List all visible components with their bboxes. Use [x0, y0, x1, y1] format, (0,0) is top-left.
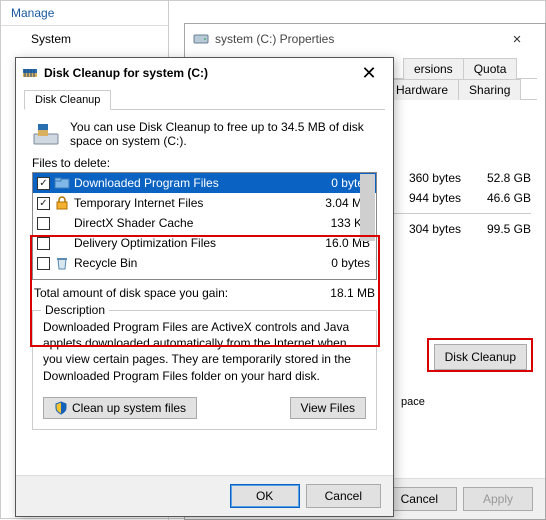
file-row[interactable]: ✓Temporary Internet Files3.04 MB: [33, 193, 376, 213]
checkbox[interactable]: [37, 257, 50, 270]
total-value: 18.1 MB: [330, 286, 375, 300]
ok-button[interactable]: OK: [230, 484, 300, 508]
stat-bytes: 360 bytes: [409, 171, 461, 185]
file-name: Recycle Bin: [74, 256, 310, 270]
file-row[interactable]: DirectX Shader Cache133 KB: [33, 213, 376, 233]
disk-cleanup-button-bar: OK Cancel: [16, 475, 393, 516]
file-type-icon: [54, 235, 70, 251]
view-files-label: View Files: [301, 401, 355, 415]
properties-title: system (C:) Properties: [215, 32, 497, 46]
checkbox[interactable]: [37, 217, 50, 230]
checkbox[interactable]: ✓: [37, 197, 50, 210]
description-title: Description: [41, 303, 109, 317]
files-listbox[interactable]: ✓ Downloaded Program Files 0 bytes ✓ Tempora…: [32, 172, 377, 280]
drive-icon: [193, 31, 209, 47]
file-name: Delivery Optimization Files: [74, 236, 310, 250]
files-to-delete-label: Files to delete:: [32, 156, 377, 170]
manage-header[interactable]: Manage: [1, 1, 168, 26]
disk-cleanup-tabs: Disk Cleanup: [24, 90, 385, 110]
tab-disk-cleanup[interactable]: Disk Cleanup: [24, 90, 111, 110]
stat-bytes: 944 bytes: [409, 191, 461, 205]
apply-button[interactable]: Apply: [463, 487, 533, 511]
stat-size: 99.5 GB: [461, 222, 531, 236]
disk-cleanup-button-container: Disk Cleanup: [434, 344, 527, 370]
manage-item-system[interactable]: System: [1, 26, 168, 52]
total-label: Total amount of disk space you gain:: [34, 286, 330, 300]
brush-icon: [22, 67, 38, 79]
shield-icon: [54, 401, 68, 415]
file-row[interactable]: Recycle Bin0 bytes: [33, 253, 376, 273]
file-type-icon: [54, 195, 70, 211]
view-files-button[interactable]: View Files: [290, 397, 366, 419]
cancel-button[interactable]: Cancel: [306, 484, 381, 508]
file-type-icon: [54, 175, 70, 191]
tab-hardware[interactable]: Hardware: [385, 79, 459, 100]
intro-row: You can use Disk Cleanup to free up to 3…: [32, 120, 377, 148]
disk-cleanup-body: You can use Disk Cleanup to free up to 3…: [16, 110, 393, 438]
checkbox[interactable]: [37, 237, 50, 250]
clean-up-system-files-button[interactable]: Clean up system files: [43, 397, 197, 419]
file-type-icon: [54, 255, 70, 271]
disk-cleanup-window: Disk Cleanup for system (C:) ✕ Disk Clea…: [15, 57, 394, 517]
properties-titlebar: system (C:) Properties ×: [185, 24, 545, 54]
scrollbar-thumb[interactable]: [360, 174, 375, 241]
stat-bytes: 304 bytes: [409, 222, 461, 236]
description-group: Description Downloaded Program Files are…: [32, 310, 377, 430]
file-name: Temporary Internet Files: [74, 196, 310, 210]
file-row[interactable]: ✓Downloaded Program Files0 bytes: [33, 173, 376, 193]
close-icon[interactable]: ✕: [353, 63, 385, 84]
disk-brush-icon: [32, 120, 60, 148]
description-buttons: Clean up system files View Files: [43, 397, 366, 419]
file-name: Downloaded Program Files: [74, 176, 310, 190]
close-icon[interactable]: ×: [497, 31, 537, 48]
space-label-fragment: pace: [401, 396, 425, 408]
tab-quota[interactable]: Quota: [463, 58, 518, 79]
disk-cleanup-button[interactable]: Disk Cleanup: [434, 344, 527, 370]
file-row[interactable]: Delivery Optimization Files16.0 MB: [33, 233, 376, 253]
intro-text: You can use Disk Cleanup to free up to 3…: [70, 120, 377, 148]
file-size: 0 bytes: [310, 256, 370, 270]
file-type-icon: [54, 215, 70, 231]
tab-sharing[interactable]: Sharing: [458, 79, 521, 100]
stat-size: 52.8 GB: [461, 171, 531, 185]
file-name: DirectX Shader Cache: [74, 216, 310, 230]
tab-versions[interactable]: ersions: [403, 58, 464, 79]
disk-cleanup-titlebar: Disk Cleanup for system (C:) ✕: [16, 58, 393, 88]
disk-cleanup-title: Disk Cleanup for system (C:): [44, 66, 353, 80]
checkbox[interactable]: ✓: [37, 177, 50, 190]
clean-up-system-files-label: Clean up system files: [72, 401, 186, 415]
description-text: Downloaded Program Files are ActiveX con…: [43, 319, 366, 389]
stat-size: 46.6 GB: [461, 191, 531, 205]
